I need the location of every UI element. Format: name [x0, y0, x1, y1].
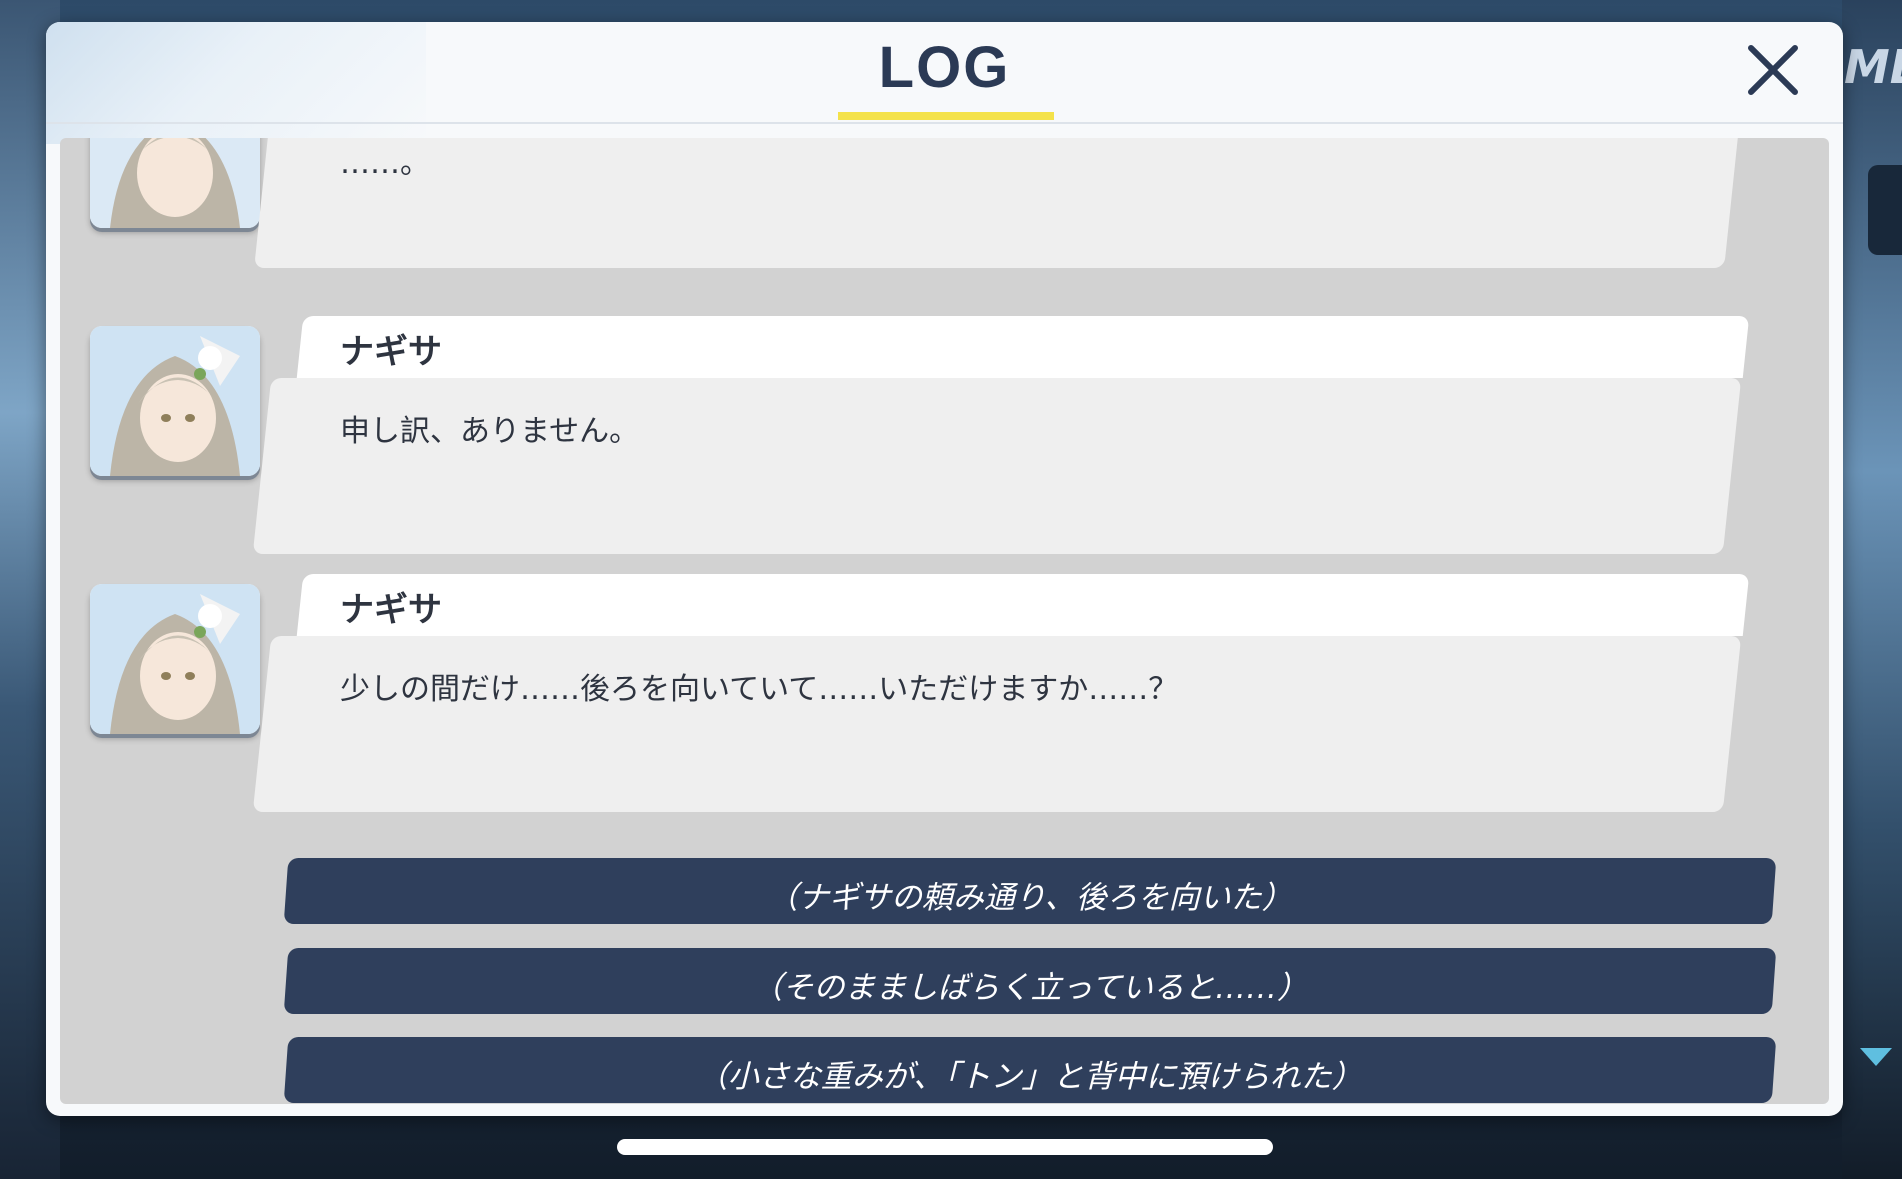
choice-option[interactable]: （小さな重みが、「トン」と背中に預けられた）: [283, 1037, 1777, 1103]
message-bubble: [252, 636, 1742, 812]
message-text: ……。: [340, 146, 430, 181]
home-indicator[interactable]: [617, 1139, 1273, 1155]
log-window: LOG ……。 ナギサ 申し訳、ありません。 ナギサ 少しの間だけ……後ろを向い…: [46, 22, 1843, 1116]
choice-option[interactable]: （ナギサの頼み通り、後ろを向いた）: [283, 858, 1777, 924]
log-header: LOG: [46, 22, 1843, 124]
message-text: 少しの間だけ……後ろを向いていて……いただけますか……？: [340, 672, 1179, 707]
close-button[interactable]: [1745, 42, 1801, 98]
speaker-name: ナギサ: [340, 590, 442, 630]
character-portrait: [90, 138, 260, 228]
speaker-avatar: [90, 584, 260, 734]
message-bubble: [254, 138, 1740, 268]
title-underline: [838, 112, 1054, 120]
speaker-name: ナギサ: [340, 332, 442, 372]
close-icon: [1748, 45, 1798, 95]
speaker-name-tab: [296, 574, 1750, 636]
choice-option[interactable]: （そのまましばらく立っていると……）: [283, 948, 1777, 1014]
choice-text: （そのまましばらく立っていると……）: [751, 970, 1308, 1006]
background-menu-text: ME: [1844, 40, 1902, 94]
speaker-avatar: [90, 326, 260, 476]
speaker-avatar: [90, 138, 260, 228]
log-title: LOG: [878, 35, 1011, 100]
character-portrait: [90, 584, 260, 734]
background-tab: [1868, 165, 1902, 255]
choice-text: （小さな重みが、「トン」と背中に預けられた）: [696, 1059, 1363, 1095]
character-portrait: [90, 326, 260, 476]
message-text: 申し訳、ありません。: [340, 414, 640, 449]
choice-text: （ナギサの頼み通り、後ろを向いた）: [766, 880, 1293, 916]
log-scroll-area[interactable]: ……。 ナギサ 申し訳、ありません。 ナギサ 少しの間だけ……後ろを向いていて……: [60, 138, 1829, 1104]
scroll-down-arrow-icon: [1860, 1048, 1892, 1066]
background-right: ME: [1842, 0, 1902, 1179]
speaker-name-tab: [296, 316, 1750, 378]
message-bubble: [252, 378, 1742, 554]
